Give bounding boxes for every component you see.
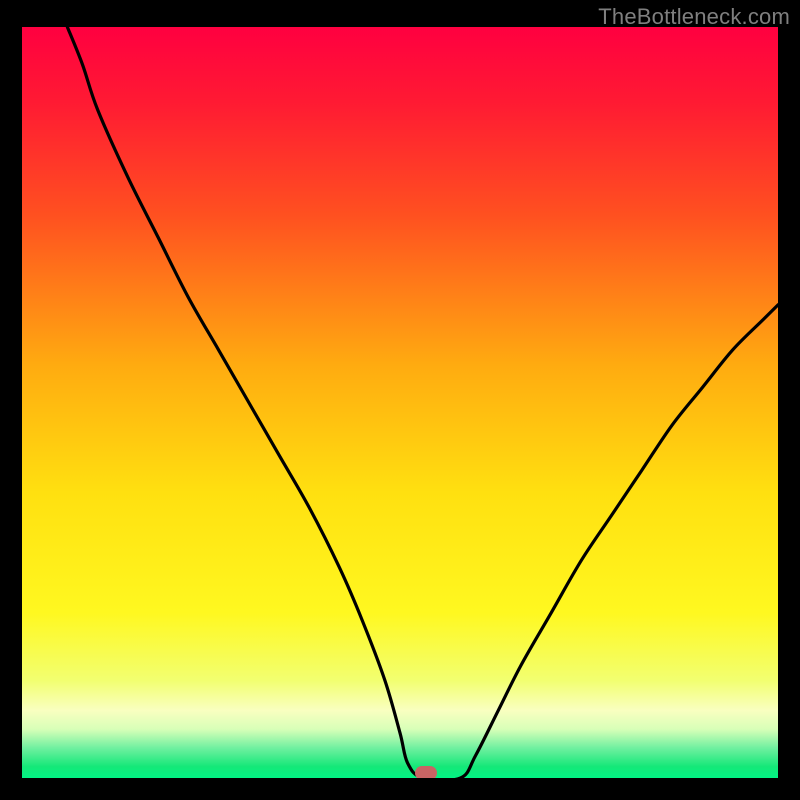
vertex-marker xyxy=(415,766,437,778)
plot-area xyxy=(22,27,778,778)
bottleneck-curve xyxy=(22,27,778,778)
chart-frame: TheBottleneck.com xyxy=(0,0,800,800)
watermark-text: TheBottleneck.com xyxy=(598,4,790,30)
